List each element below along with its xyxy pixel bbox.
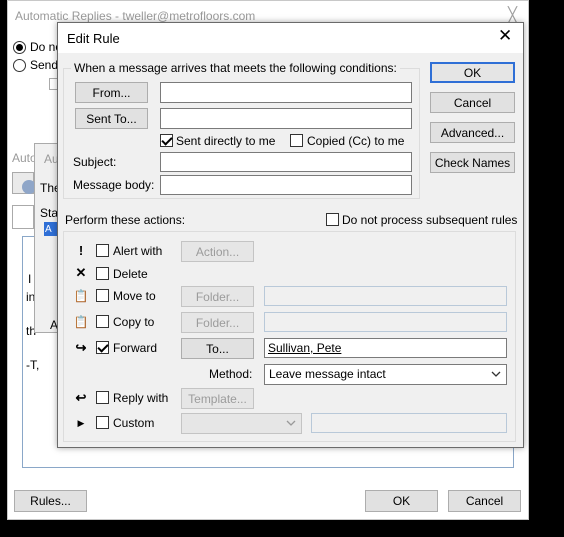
- chevron-down-icon: [491, 371, 501, 377]
- method-value: Leave message intact: [269, 367, 386, 381]
- rules-button[interactable]: Rules...: [14, 490, 87, 512]
- sent-directly-label: Sent directly to me: [176, 134, 276, 148]
- copy-folder-field[interactable]: [264, 312, 507, 332]
- action-button[interactable]: Action...: [181, 241, 254, 262]
- check-names-button[interactable]: Check Names: [430, 152, 515, 173]
- subject-field[interactable]: [160, 152, 412, 172]
- radio-send[interactable]: [13, 59, 26, 72]
- dialog-title: Edit Rule: [67, 31, 120, 46]
- copy-folder-button[interactable]: Folder...: [181, 312, 254, 333]
- do-not-process-label: Do not process subsequent rules: [342, 213, 518, 227]
- copied-checkbox[interactable]: [290, 134, 303, 147]
- alert-icon: !: [78, 242, 84, 258]
- actions-group: [63, 231, 516, 442]
- forward-label: Forward: [113, 341, 158, 355]
- expand-triangle-icon[interactable]: ▶: [72, 415, 90, 431]
- bg-text-i: I: [28, 272, 32, 286]
- move-to-folder-icon: 📋: [73, 289, 89, 303]
- bg-ok-button[interactable]: OK: [365, 490, 438, 512]
- delete-checkbox[interactable]: [96, 267, 109, 280]
- ok-button[interactable]: OK: [430, 62, 515, 83]
- subject-label: Subject:: [73, 155, 117, 169]
- move-folder-button[interactable]: Folder...: [181, 286, 254, 307]
- to-button[interactable]: To...: [181, 338, 254, 359]
- from-button[interactable]: From...: [75, 82, 148, 103]
- template-button[interactable]: Template...: [181, 388, 254, 409]
- forward-checkbox[interactable]: [96, 341, 109, 354]
- bg-a-label: A: [45, 224, 52, 235]
- bg-dropdown[interactable]: [12, 205, 34, 229]
- edit-rule-dialog: Edit Rule ✕ When a message arrives that …: [57, 22, 524, 448]
- copied-label: Copied (Cc) to me: [307, 134, 405, 148]
- automatic-replies-title: Automatic Replies - tweller@metrofloors.…: [15, 9, 256, 23]
- bg-text-t: -T,: [26, 358, 40, 372]
- dialog-body: When a message arrives that meets the fo…: [58, 53, 523, 447]
- bg-auto-label: Auto: [12, 151, 37, 165]
- alert-with-checkbox[interactable]: [96, 244, 109, 257]
- do-not-process-checkbox[interactable]: [326, 213, 339, 226]
- alert-with-label: Alert with: [113, 244, 163, 258]
- method-select[interactable]: Leave message intact: [264, 364, 507, 385]
- delete-icon: ✕: [75, 265, 87, 280]
- move-folder-field[interactable]: [264, 286, 507, 306]
- custom-checkbox[interactable]: [96, 416, 109, 429]
- close-icon[interactable]: ✕: [498, 26, 512, 46]
- cancel-button[interactable]: Cancel: [430, 92, 515, 113]
- forward-recipient-field[interactable]: Sullivan, Pete: [264, 338, 507, 358]
- from-field[interactable]: [160, 82, 412, 103]
- copy-to-folder-icon: 📋: [73, 315, 89, 329]
- custom-label: Custom: [113, 416, 155, 430]
- custom-field[interactable]: [311, 413, 507, 433]
- sent-directly-checkbox[interactable]: [160, 134, 173, 147]
- actions-legend: Perform these actions:: [65, 213, 186, 227]
- delete-label: Delete: [113, 267, 148, 281]
- copy-to-checkbox[interactable]: [96, 315, 109, 328]
- custom-chevron-down-icon: [286, 420, 296, 426]
- message-body-field[interactable]: [160, 175, 412, 195]
- reply-with-checkbox[interactable]: [96, 391, 109, 404]
- reply-with-label: Reply with: [113, 391, 169, 405]
- bg-sta-label: Sta: [40, 206, 59, 220]
- sent-to-button[interactable]: Sent To...: [75, 108, 148, 129]
- sent-to-field[interactable]: [160, 108, 412, 129]
- reply-icon: ↩: [75, 390, 87, 405]
- move-to-label: Move to: [113, 289, 156, 303]
- radio-do-not-send[interactable]: [13, 41, 26, 54]
- message-body-label: Message body:: [73, 178, 155, 192]
- move-to-checkbox[interactable]: [96, 289, 109, 302]
- conditions-legend: When a message arrives that meets the fo…: [71, 61, 400, 75]
- bg-cancel-button[interactable]: Cancel: [448, 490, 521, 512]
- radio-send-label: Send: [30, 58, 59, 72]
- method-label: Method:: [209, 367, 253, 381]
- forward-icon: ↪: [75, 340, 87, 355]
- copy-to-label: Copy to: [113, 315, 155, 329]
- advanced-button[interactable]: Advanced...: [430, 122, 515, 143]
- custom-action-select[interactable]: [181, 413, 302, 434]
